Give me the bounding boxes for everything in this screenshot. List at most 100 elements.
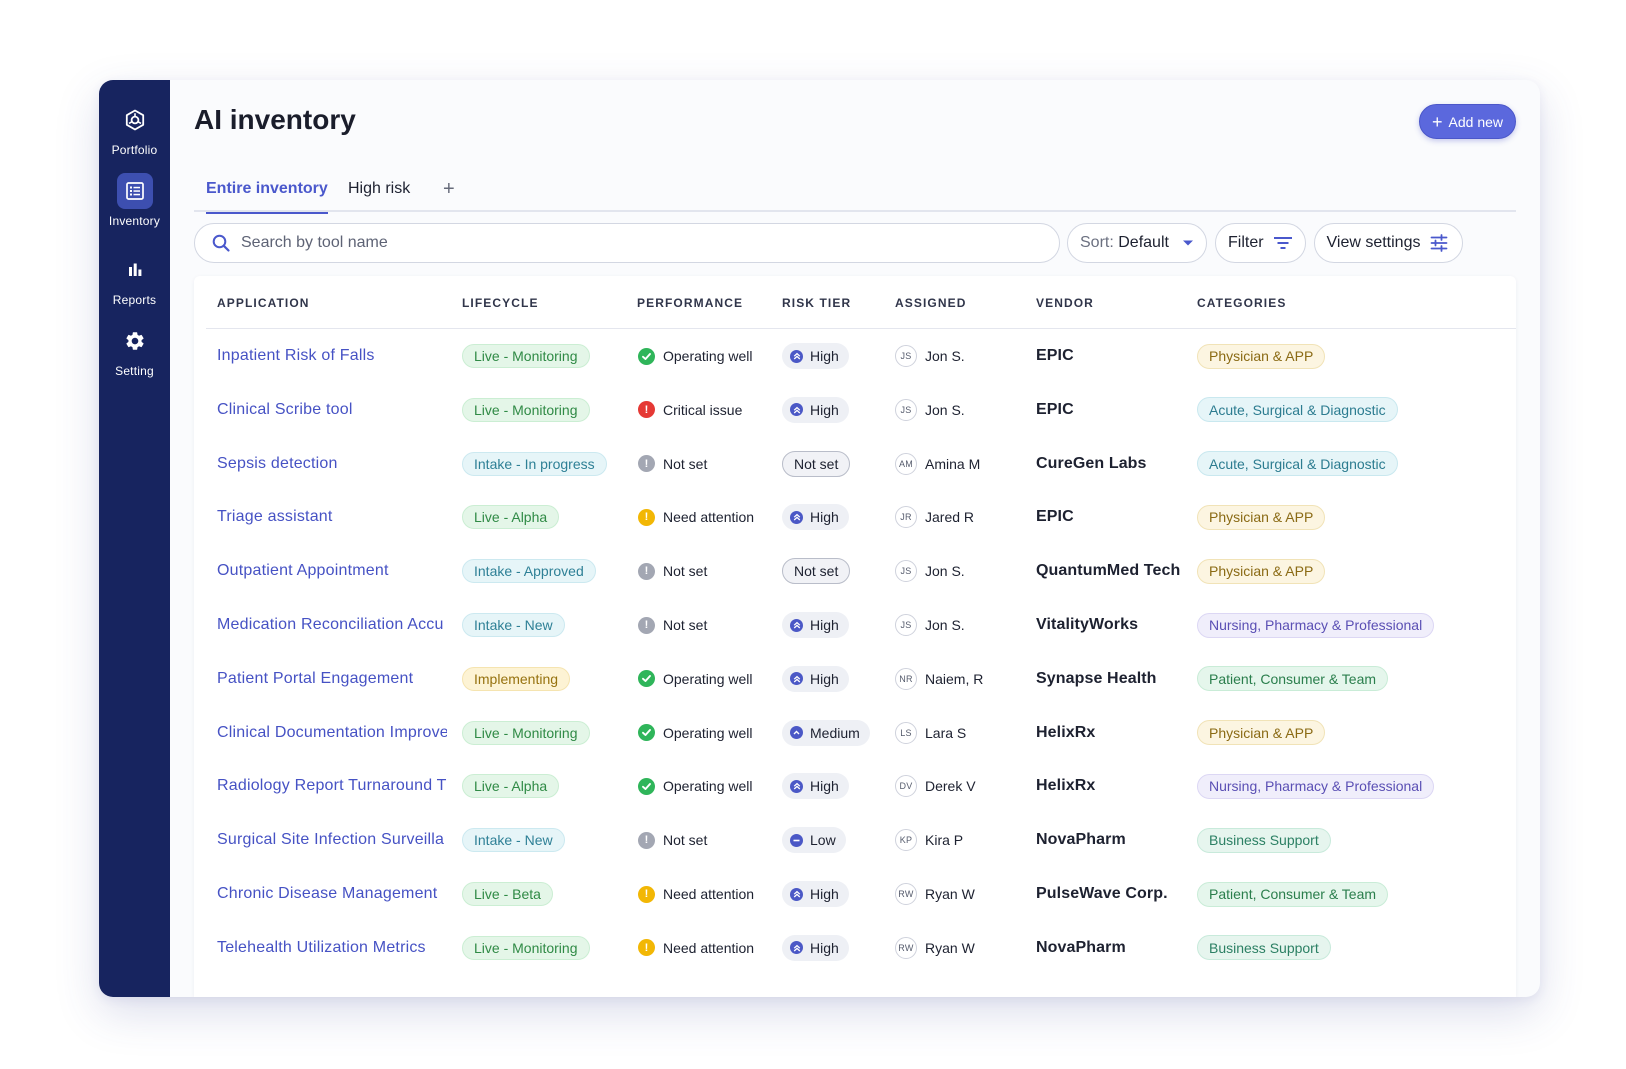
application-link[interactable]: Chronic Disease Management [217,885,447,903]
category-badge: Nursing, Pharmacy & Professional [1197,612,1435,638]
tab-high-risk[interactable]: High risk [348,166,410,212]
risk-tier-label: High [810,617,839,633]
sidebar-item-label: Portfolio [111,143,158,157]
performance-label: Operating well [663,778,753,795]
assignee[interactable]: JR Jared R [895,506,974,529]
caret-down-icon [1183,240,1193,246]
vendor-name: NovaPharm [1036,831,1126,849]
category-badge: Physician & APP [1197,504,1326,530]
assignee[interactable]: LS Lara S [895,721,967,744]
assignee[interactable]: JS Jon S. [895,614,965,636]
application-link[interactable]: Surgical Site Infection Surveilla [217,831,447,849]
application-link[interactable]: Radiology Report Turnaround Ti [217,777,447,795]
assignee-name: Jon S. [925,348,965,364]
lifecycle-badge: Live - Monitoring [462,935,590,960]
column-header-lifecycle[interactable]: LIFECYCLE [462,296,539,310]
tab-entire-inventory[interactable]: Entire inventory [206,166,328,214]
application-link[interactable]: Outpatient Appointment [217,562,447,580]
table-row[interactable]: Telehealth Utilization Metrics Live - Mon… [194,921,1516,975]
performance-label: Need attention [663,886,755,902]
portfolio-icon [117,102,153,138]
table-row[interactable]: Chronic Disease Management Live - Beta! Ne… [194,867,1516,921]
application-link[interactable]: Clinical Documentation Improve [217,724,447,742]
info-circle-icon: ! [638,562,655,580]
avatar: NR [895,667,917,690]
column-header-vendor[interactable]: VENDOR [1036,296,1094,310]
assignee[interactable]: JS Jon S. [895,398,965,421]
assignee[interactable]: RW Ryan W [895,883,975,905]
risk-medium-icon [790,726,803,740]
table-row[interactable]: Medication Reconciliation Accu Intake - N… [194,598,1516,652]
category-badge: Acute, Surgical & Diagnostic [1197,397,1398,423]
filter-button[interactable]: Filter [1215,223,1306,263]
table-row[interactable]: Clinical Scribe tool Live - Monitoring! Cr… [194,383,1516,437]
performance-label: Not set [663,563,708,580]
risk-tier-badge: High [782,504,849,531]
application-link[interactable]: Inpatient Risk of Falls [217,347,447,365]
sidebar-item-portfolio[interactable]: Portfolio [99,102,170,157]
risk-high-icon [790,672,803,686]
column-header-performance[interactable]: PERFORMANCE [637,296,743,310]
assignee[interactable]: KP Kira P [895,829,963,852]
assignee-name: Jon S. [925,617,965,633]
sidebar-item-inventory[interactable]: Inventory [99,173,170,228]
column-header-risk-tier[interactable]: RISK TIER [782,296,851,310]
view-settings-button[interactable]: View settings [1313,223,1463,263]
sort-value: Default [1118,234,1169,251]
add-tab-icon[interactable]: + [443,166,455,212]
application-link[interactable]: Sepsis detection [217,455,447,473]
application-link[interactable]: Telehealth Utilization Metrics [217,939,447,957]
assignee[interactable]: JS Jon S. [895,345,965,367]
risk-tier-badge: High [782,665,849,692]
search-placeholder: Search by tool name [241,234,388,251]
risk-tier-label: Low [810,832,836,849]
gear-icon [117,323,153,359]
performance-status: ! Not set [638,455,707,473]
avatar: KP [895,829,917,852]
main-content: AI inventory + Add new Entire inventory … [170,80,1540,997]
column-header-application[interactable]: APPLICATION [217,296,310,310]
assignee[interactable]: NR Naiem, R [895,667,983,690]
avatar: JS [895,614,917,636]
performance-label: Need attention [663,509,755,526]
assignee[interactable]: AM Amina M [895,452,980,475]
table-row[interactable]: Sepsis detection Intake - In progress! Not… [194,437,1516,491]
sidebar-item-setting[interactable]: Setting [99,323,170,378]
add-new-button[interactable]: + Add new [1419,104,1516,139]
table-row[interactable]: Outpatient Appointment Intake - Approved!… [194,544,1516,598]
column-header-assigned[interactable]: ASSIGNED [895,296,966,310]
table-row[interactable]: Clinical Documentation Improve Live - Mon… [194,706,1516,760]
risk-tier-label: Not set [794,563,839,580]
avatar: JS [895,345,917,367]
application-link[interactable]: Medication Reconciliation Accu [217,616,447,634]
lifecycle-badge: Live - Alpha [462,774,560,799]
application-link[interactable]: Clinical Scribe tool [217,401,447,419]
table-row[interactable]: Inpatient Risk of Falls Live - Monitoring… [194,329,1516,383]
application-link[interactable]: Patient Portal Engagement [217,670,447,688]
risk-high-icon [790,941,803,955]
category-badge: Patient, Consumer & Team [1197,666,1389,692]
table-row[interactable]: Triage assistant Live - Alpha! Need attent… [194,490,1516,544]
column-header-categories[interactable]: CATEGORIES [1197,296,1286,310]
assignee-name: Lara S [925,724,967,741]
avatar: RW [895,883,917,905]
table-row[interactable]: Radiology Report Turnaround Ti Live - Alp… [194,759,1516,813]
vendor-name: EPIC [1036,508,1074,526]
table-row[interactable]: Patient Portal Engagement Implementing Ope… [194,652,1516,706]
check-circle-icon [638,347,655,365]
assignee[interactable]: RW Ryan W [895,936,975,959]
sort-dropdown[interactable]: Sort: Default [1067,223,1207,263]
lifecycle-badge: Intake - Approved [462,559,596,584]
vendor-name: EPIC [1036,400,1074,418]
assignee[interactable]: DV Derek V [895,775,976,798]
search-input[interactable]: Search by tool name [194,223,1060,263]
table-row[interactable]: Surgical Site Infection Surveilla Intake … [194,813,1516,867]
assignee[interactable]: JS Jon S. [895,560,965,583]
performance-status: ! Not set [638,616,707,634]
performance-status: ! Need attention [638,939,754,957]
sidebar-item-reports[interactable]: Reports [99,252,170,307]
vendor-name: PulseWave Corp. [1036,885,1168,902]
assignee-name: Jon S. [925,401,965,418]
category-badge: Physician & APP [1197,343,1326,369]
application-link[interactable]: Triage assistant [217,508,447,526]
